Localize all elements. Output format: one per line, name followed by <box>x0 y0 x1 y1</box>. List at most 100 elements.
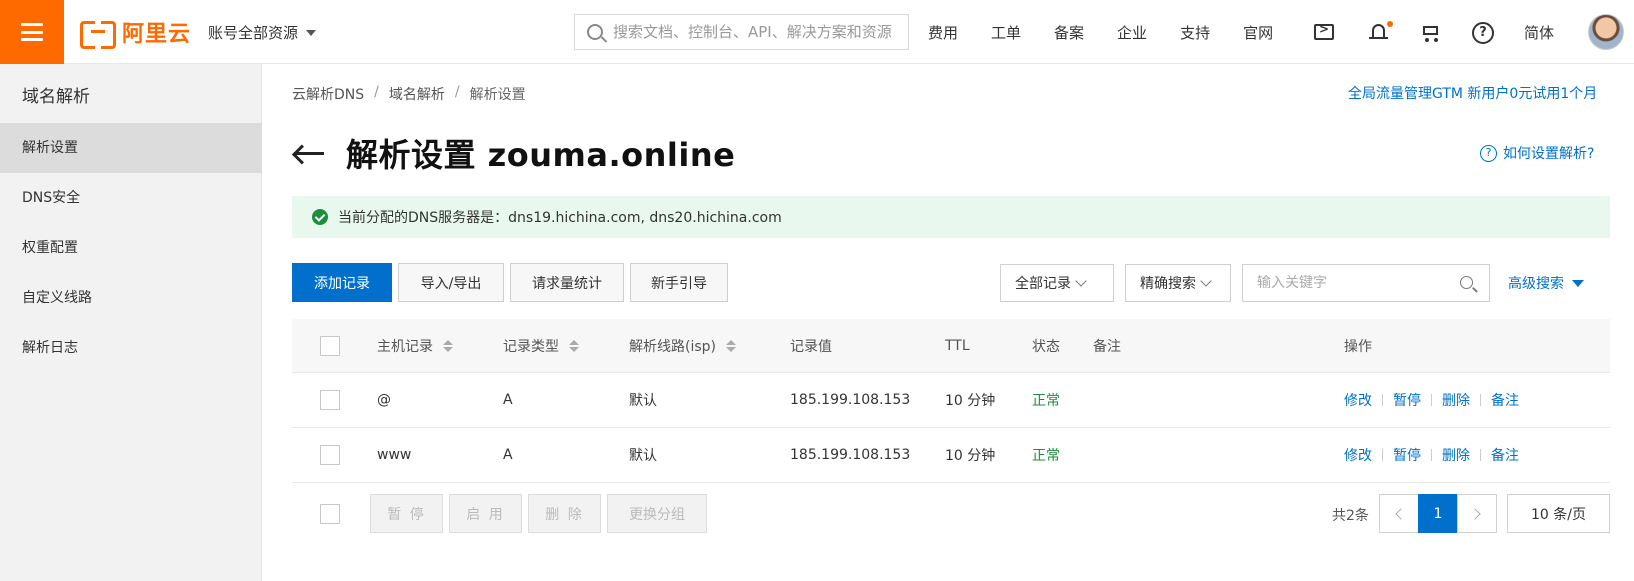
sort-icon[interactable] <box>569 339 579 352</box>
sort-icon[interactable] <box>443 339 453 352</box>
top-nav-links: 费用 工单 备案 企业 支持 官网 <box>928 0 1306 64</box>
import-export-button[interactable]: 导入/导出 <box>398 263 504 302</box>
keyword-search[interactable] <box>1242 264 1490 302</box>
dns-records-table: 主机记录 记录类型 解析线路(isp) 记录值 TTL 状态 备注 操作 @ A… <box>292 319 1610 483</box>
chevron-left-icon <box>1395 507 1407 520</box>
next-page-button[interactable] <box>1457 494 1497 533</box>
advanced-search-toggle[interactable]: 高级搜索 <box>1508 273 1584 293</box>
row-checkbox[interactable] <box>320 445 340 465</box>
chevron-right-icon <box>1469 507 1481 520</box>
keyword-input[interactable] <box>1257 275 1457 291</box>
cell-type: A <box>503 447 513 463</box>
sidebar-item-dns-security[interactable]: DNS安全 <box>0 173 262 223</box>
page-header: 解析设置 zouma.online <box>291 130 736 176</box>
cart-icon[interactable] <box>1420 22 1442 44</box>
bulk-select-checkbox[interactable] <box>320 504 340 524</box>
account-label: 账号全部资源 <box>208 24 299 42</box>
select-all-checkbox[interactable] <box>320 335 340 356</box>
record-filter-select[interactable]: 全部记录 <box>1000 264 1114 302</box>
add-record-button[interactable]: 添加记录 <box>292 263 392 302</box>
aliyun-logo-icon <box>80 21 116 49</box>
advanced-search-label: 高级搜索 <box>1508 276 1564 292</box>
cell-ttl: 10 分钟 <box>945 393 996 409</box>
sidebar-item-custom-lines[interactable]: 自定义线路 <box>0 273 262 323</box>
pause-link[interactable]: 暂停 <box>1393 390 1421 410</box>
bulk-enable-button[interactable]: 启 用 <box>449 494 522 533</box>
search-mode-value: 精确搜索 <box>1140 276 1196 292</box>
global-search-input[interactable] <box>613 23 903 41</box>
page-size-value: 10 条/页 <box>1531 506 1586 523</box>
bulk-pause-button[interactable]: 暂 停 <box>370 494 443 533</box>
row-checkbox[interactable] <box>320 390 340 410</box>
search-icon <box>587 24 603 40</box>
record-filter-value: 全部记录 <box>1015 276 1071 292</box>
edit-link[interactable]: 修改 <box>1344 390 1372 410</box>
page-size-select[interactable]: 10 条/页 <box>1507 494 1610 533</box>
bell-icon[interactable] <box>1368 21 1393 44</box>
page-title: 解析设置 zouma.online <box>346 136 736 174</box>
cell-ttl: 10 分钟 <box>945 448 996 464</box>
table-row: www A 默认 185.199.108.153 10 分钟 正常 修改 暂停 … <box>292 428 1610 483</box>
nav-link-enterprise[interactable]: 企业 <box>1117 22 1147 43</box>
nav-link-tickets[interactable]: 工单 <box>991 22 1021 43</box>
account-resources-dropdown[interactable]: 账号全部资源 <box>208 22 317 43</box>
sidebar-item-dns-logs[interactable]: 解析日志 <box>0 323 262 373</box>
remark-link[interactable]: 备注 <box>1491 390 1519 410</box>
delete-link[interactable]: 删除 <box>1442 390 1470 410</box>
search-icon[interactable] <box>1460 276 1473 289</box>
col-host[interactable]: 主机记录 <box>377 319 453 372</box>
col-ttl: TTL <box>945 337 970 354</box>
search-mode-select[interactable]: 精确搜索 <box>1125 264 1231 302</box>
terminal-icon[interactable] <box>1314 22 1334 40</box>
back-arrow-icon[interactable] <box>291 137 324 169</box>
cell-line: 默认 <box>629 393 657 409</box>
cell-status: 正常 <box>1032 393 1060 409</box>
menu-icon[interactable] <box>0 0 64 64</box>
col-host-label: 主机记录 <box>377 338 433 355</box>
caret-down-icon <box>306 29 317 36</box>
logo-text: 阿里云 <box>122 22 192 47</box>
col-remark: 备注 <box>1093 338 1121 355</box>
delete-link[interactable]: 删除 <box>1442 445 1470 465</box>
breadcrumb-item[interactable]: 云解析DNS <box>292 84 364 104</box>
nav-link-icp[interactable]: 备案 <box>1054 22 1084 43</box>
total-count: 共2条 <box>1332 508 1369 524</box>
breadcrumb: 云解析DNS / 域名解析 / 解析设置 <box>292 84 526 104</box>
gtm-promo-link[interactable]: 全局流量管理GTM 新用户0元试用1个月 <box>1348 83 1597 103</box>
col-line[interactable]: 解析线路(isp) <box>629 319 736 372</box>
aliyun-logo[interactable]: 阿里云 <box>80 17 192 49</box>
notice-text: 当前分配的DNS服务器是：dns19.hichina.com, dns20.hi… <box>338 210 782 226</box>
prev-page-button[interactable] <box>1379 494 1419 533</box>
sidebar-item-dns-settings[interactable]: 解析设置 <box>0 123 262 173</box>
col-line-label: 解析线路(isp) <box>629 338 716 355</box>
breadcrumb-separator: / <box>374 84 379 100</box>
notification-dot <box>1387 21 1393 27</box>
language-switch[interactable]: 简体 <box>1524 22 1554 43</box>
page-number-current[interactable]: 1 <box>1418 494 1458 533</box>
remark-link[interactable]: 备注 <box>1491 445 1519 465</box>
breadcrumb-item[interactable]: 域名解析 <box>389 84 445 104</box>
request-stats-button[interactable]: 请求量统计 <box>510 263 624 302</box>
col-actions: 操作 <box>1344 338 1372 355</box>
cell-type: A <box>503 392 513 408</box>
col-status: 状态 <box>1032 338 1060 355</box>
sort-icon[interactable] <box>726 339 736 352</box>
pause-link[interactable]: 暂停 <box>1393 445 1421 465</box>
caret-down-icon <box>1572 279 1584 287</box>
sidebar-item-weight-config[interactable]: 权重配置 <box>0 223 262 273</box>
bulk-delete-button[interactable]: 删 除 <box>528 494 601 533</box>
sidebar: 域名解析 解析设置 DNS安全 权重配置 自定义线路 解析日志 <box>0 64 262 581</box>
change-group-button[interactable]: 更换分组 <box>607 494 707 533</box>
cell-host: www <box>377 447 412 463</box>
edit-link[interactable]: 修改 <box>1344 445 1372 465</box>
howto-link[interactable]: ? 如何设置解析? <box>1480 143 1594 163</box>
howto-label: 如何设置解析? <box>1503 146 1595 162</box>
avatar[interactable] <box>1588 14 1624 50</box>
nav-link-website[interactable]: 官网 <box>1243 22 1273 43</box>
nav-link-support[interactable]: 支持 <box>1180 22 1210 43</box>
global-search[interactable] <box>574 14 909 50</box>
guide-button[interactable]: 新手引导 <box>630 263 728 302</box>
col-type[interactable]: 记录类型 <box>503 319 579 372</box>
nav-link-billing[interactable]: 费用 <box>928 22 958 43</box>
help-icon[interactable]: ? <box>1472 22 1494 44</box>
